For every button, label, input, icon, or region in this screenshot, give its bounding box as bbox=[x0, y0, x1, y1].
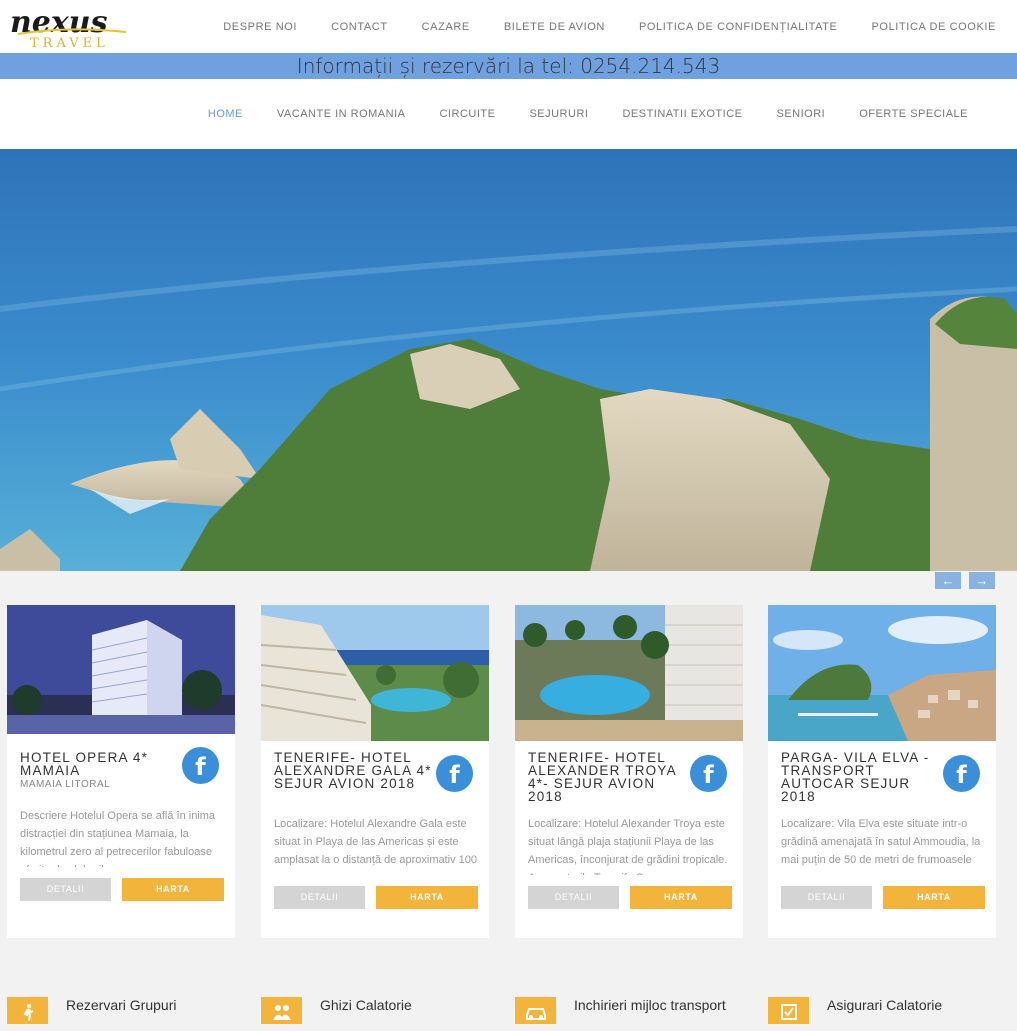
info-band: Informații și rezervări la tel: 0254.214… bbox=[0, 53, 1017, 79]
card-title[interactable]: TENERIFE- HOTEL ALEXANDER TROYA 4*- SEJU… bbox=[528, 751, 688, 804]
facebook-share-icon[interactable]: f bbox=[690, 755, 727, 792]
main-nav-oferte-speciale[interactable]: OFERTE SPECIALE bbox=[859, 108, 968, 120]
top-nav: DESPRE NOI CONTACT CAZARE BILETE DE AVIO… bbox=[223, 0, 1017, 53]
service-label: Inchirieri mijloc transport bbox=[574, 997, 726, 1013]
service-item[interactable]: Ghizi Calatorie bbox=[261, 997, 489, 1024]
info-phone-text: Informații și rezervări la tel: 0254.214… bbox=[296, 54, 721, 78]
card-title[interactable]: TENERIFE- HOTEL ALEXANDRE GALA 4* SEJUR … bbox=[274, 751, 434, 791]
map-button[interactable]: HARTA bbox=[376, 886, 478, 909]
facebook-share-icon[interactable]: f bbox=[436, 755, 473, 792]
facebook-share-icon[interactable]: f bbox=[182, 747, 219, 784]
slider-prev-button[interactable]: ← bbox=[935, 572, 961, 589]
card-subtitle: MAMAIA LITORAL bbox=[20, 779, 111, 790]
main-nav: HOME VACANTE IN ROMANIA CIRCUITE SEJURUR… bbox=[0, 79, 1017, 149]
service-label: Ghizi Calatorie bbox=[320, 997, 412, 1013]
facebook-share-icon[interactable]: f bbox=[943, 755, 980, 792]
top-nav-confidentialitate[interactable]: POLITICA DE CONFIDENȚIALITATE bbox=[639, 21, 838, 33]
offer-card: PARGA- VILA ELVA - TRANSPORT AUTOCAR SEJ… bbox=[768, 605, 996, 938]
card-title[interactable]: PARGA- VILA ELVA - TRANSPORT AUTOCAR SEJ… bbox=[781, 751, 941, 804]
checkbox-icon bbox=[768, 997, 809, 1024]
top-nav-cazare[interactable]: CAZARE bbox=[422, 21, 470, 33]
map-button[interactable]: HARTA bbox=[883, 886, 985, 909]
card-description: Localizare: Vila Elva este situate intr-… bbox=[781, 818, 981, 866]
slider-next-button[interactable]: → bbox=[969, 572, 995, 589]
details-button[interactable]: DETALII bbox=[274, 886, 365, 909]
service-label: Rezervari Grupuri bbox=[66, 997, 177, 1013]
main-nav-sejururi[interactable]: SEJURURI bbox=[529, 108, 588, 120]
top-nav-bilete-avion[interactable]: BILETE DE AVION bbox=[504, 21, 605, 33]
car-icon bbox=[515, 997, 556, 1024]
main-nav-vacante-romania[interactable]: VACANTE IN ROMANIA bbox=[277, 108, 406, 120]
offer-card: TENERIFE- HOTEL ALEXANDER TROYA 4*- SEJU… bbox=[515, 605, 743, 938]
hero-slider-image bbox=[0, 149, 1017, 571]
card-description: Localizare: Hotelul Alexander Troya este… bbox=[528, 818, 728, 875]
service-item[interactable]: Asigurari Calatorie bbox=[768, 997, 996, 1024]
hotel-opera-photo[interactable] bbox=[7, 605, 235, 734]
details-button[interactable]: DETALII bbox=[20, 878, 111, 901]
hotel-alexandre-gala-photo[interactable] bbox=[261, 605, 489, 741]
main-nav-circuite[interactable]: CIRCUITE bbox=[439, 108, 495, 120]
card-description: Descriere Hotelul Opera se află în inima… bbox=[20, 810, 216, 867]
details-button[interactable]: DETALII bbox=[781, 886, 872, 909]
group-icon bbox=[261, 997, 302, 1024]
card-description: Localizare: Hotelul Alexandre Gala este … bbox=[274, 818, 478, 866]
main-nav-seniori[interactable]: SENIORI bbox=[776, 108, 825, 120]
service-item[interactable]: Inchirieri mijloc transport bbox=[515, 997, 743, 1024]
offer-card: TENERIFE- HOTEL ALEXANDRE GALA 4* SEJUR … bbox=[261, 605, 489, 938]
details-button[interactable]: DETALII bbox=[528, 886, 619, 909]
top-nav-cookie[interactable]: POLITICA DE COOKIE bbox=[872, 21, 997, 33]
logo-subtitle: TRAVEL bbox=[30, 36, 109, 50]
card-title[interactable]: HOTEL OPERA 4* MAMAIA bbox=[20, 751, 180, 778]
main-nav-destinatii-exotice[interactable]: DESTINATII EXOTICE bbox=[622, 108, 742, 120]
service-item[interactable]: Rezervari Grupuri bbox=[7, 997, 235, 1024]
logo-wordmark: nexus bbox=[10, 5, 108, 40]
map-button[interactable]: HARTA bbox=[630, 886, 732, 909]
top-nav-despre-noi[interactable]: DESPRE NOI bbox=[223, 21, 297, 33]
person-walking-icon bbox=[7, 997, 48, 1024]
map-button[interactable]: HARTA bbox=[122, 878, 224, 901]
hotel-alexander-troya-photo[interactable] bbox=[515, 605, 743, 741]
top-nav-contact[interactable]: CONTACT bbox=[331, 21, 388, 33]
service-label: Asigurari Calatorie bbox=[827, 997, 943, 1013]
offer-card: HOTEL OPERA 4* MAMAIA MAMAIA LITORAL f D… bbox=[7, 605, 235, 938]
logo[interactable]: nexus TRAVEL bbox=[8, 4, 138, 51]
main-nav-home[interactable]: HOME bbox=[208, 108, 243, 120]
top-bar: nexus TRAVEL DESPRE NOI CONTACT CAZARE B… bbox=[0, 0, 1017, 53]
vila-elva-parga-photo[interactable] bbox=[768, 605, 996, 741]
